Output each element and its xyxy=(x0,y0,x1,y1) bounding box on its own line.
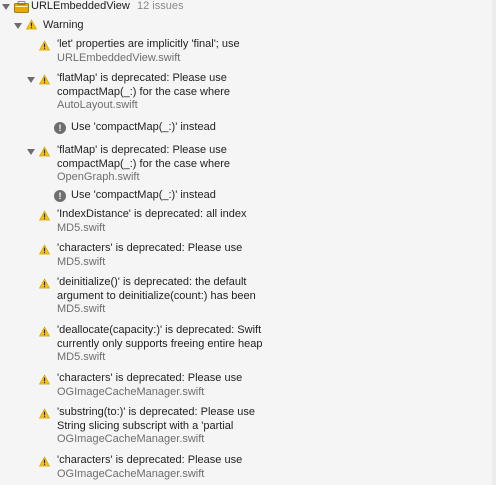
issue-message: compactMap(_:) for the case where xyxy=(57,157,231,170)
issue-row[interactable]: 'flatMap' is deprecated: Please use compa… xyxy=(0,72,496,113)
project-icon xyxy=(14,1,29,13)
issue-message: String slicing subscript with a 'partial xyxy=(57,419,234,432)
issue-note: Use 'compactMap(_:)' instead xyxy=(71,189,216,201)
issue-message: 'deallocate(capacity:)' is deprecated: S… xyxy=(57,324,262,336)
disclosure-triangle-icon[interactable] xyxy=(2,4,10,10)
disclosure-triangle-icon[interactable] xyxy=(27,77,35,83)
issue-row[interactable]: 'let' properties are implicitly 'final';… xyxy=(0,38,496,65)
issue-row[interactable]: 'characters' is deprecated: Please use MD… xyxy=(0,242,496,269)
scrollbar[interactable] xyxy=(492,0,496,485)
warning-icon xyxy=(39,244,50,255)
warning-icon xyxy=(39,40,50,51)
warning-icon xyxy=(39,374,50,385)
issue-file: AutoLayout.swift xyxy=(57,99,138,112)
issue-row[interactable]: 'deinitialize()' is deprecated: the defa… xyxy=(0,276,496,317)
project-row[interactable]: URLEmbeddedView 12 issues xyxy=(0,0,496,15)
issue-file: OGImageCacheManager.swift xyxy=(57,433,205,446)
issue-file: MD5.swift xyxy=(57,221,106,234)
issue-file: MD5.swift xyxy=(57,255,106,268)
warning-group-label: Warning xyxy=(43,19,84,31)
issue-note-row[interactable]: ! Use 'compactMap(_:)' instead xyxy=(0,189,496,203)
issue-row[interactable]: 'IndexDistance' is deprecated: all index… xyxy=(0,208,496,235)
issue-file: OGImageCacheManager.swift xyxy=(57,385,205,398)
issue-message: 'deinitialize()' is deprecated: the defa… xyxy=(57,276,247,288)
issue-message: currently only supports freeing entire h… xyxy=(57,337,263,350)
disclosure-triangle-icon[interactable] xyxy=(27,149,35,155)
issue-message: 'characters' is deprecated: Please use xyxy=(57,454,243,466)
warning-icon xyxy=(39,210,50,221)
issue-file: OGImageCacheManager.swift xyxy=(57,467,205,480)
warning-icon xyxy=(39,146,50,157)
warning-icon xyxy=(39,408,50,419)
warning-icon xyxy=(39,74,50,85)
issue-note-row[interactable]: ! Use 'compactMap(_:)' instead xyxy=(0,121,496,135)
warning-icon xyxy=(39,278,50,289)
issue-file: OpenGraph.swift xyxy=(57,171,140,184)
issue-message: 'characters' is deprecated: Please use xyxy=(57,372,243,384)
issue-file: MD5.swift xyxy=(57,351,106,364)
issue-row[interactable]: 'characters' is deprecated: Please use OG… xyxy=(0,454,496,481)
disclosure-triangle-icon[interactable] xyxy=(14,23,22,29)
issue-message: argument to deinitialize(count:) has bee… xyxy=(57,289,256,302)
warning-group-row[interactable]: Warning xyxy=(0,17,496,32)
issue-file: MD5.swift xyxy=(57,303,106,316)
project-name: URLEmbeddedView xyxy=(31,0,130,12)
warning-icon xyxy=(39,326,50,337)
issue-count: 12 issues xyxy=(137,0,184,12)
issue-message: 'flatMap' is deprecated: Please use xyxy=(57,72,227,84)
issue-message: 'characters' is deprecated: Please use xyxy=(57,242,243,254)
warning-icon xyxy=(26,19,37,30)
issue-row[interactable]: 'substring(to:)' is deprecated: Please u… xyxy=(0,406,496,447)
issue-file: URLEmbeddedView.swift xyxy=(57,51,181,64)
issue-message: 'substring(to:)' is deprecated: Please u… xyxy=(57,406,256,418)
issue-message: 'IndexDistance' is deprecated: all index xyxy=(57,208,247,220)
issue-note: Use 'compactMap(_:)' instead xyxy=(71,121,216,133)
issue-row[interactable]: 'characters' is deprecated: Please use OG… xyxy=(0,372,496,399)
exclamation-circle-icon: ! xyxy=(54,122,66,134)
issue-message: 'flatMap' is deprecated: Please use xyxy=(57,144,227,156)
warning-icon xyxy=(39,456,50,467)
issue-row[interactable]: 'flatMap' is deprecated: Please use compa… xyxy=(0,144,496,185)
issue-row[interactable]: 'deallocate(capacity:)' is deprecated: S… xyxy=(0,324,496,365)
issue-message: 'let' properties are implicitly 'final';… xyxy=(57,38,240,50)
exclamation-circle-icon: ! xyxy=(54,190,66,202)
issue-message: compactMap(_:) for the case where xyxy=(57,85,231,98)
